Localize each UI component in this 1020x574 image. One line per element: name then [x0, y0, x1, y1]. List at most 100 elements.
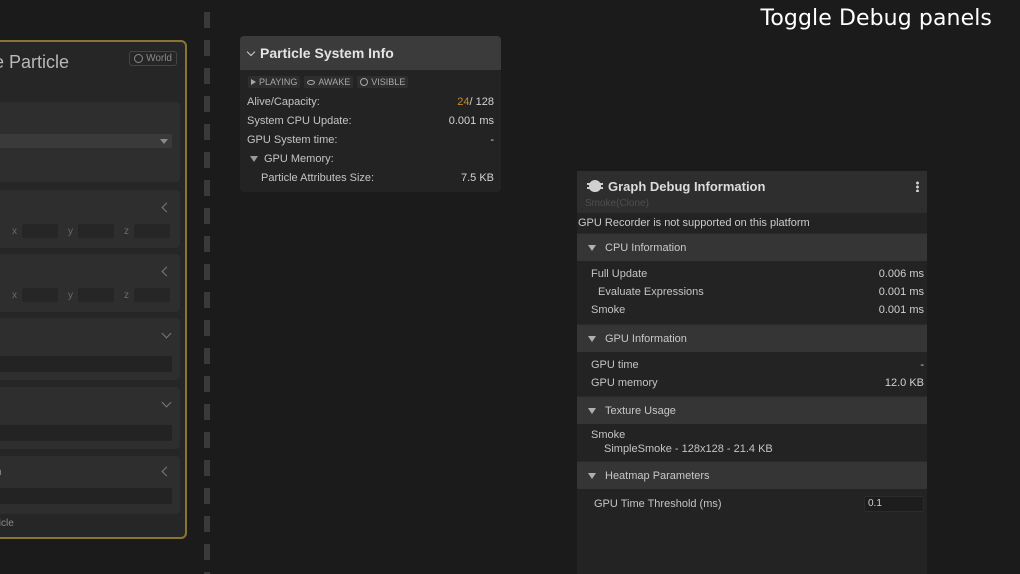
- section-title: Heatmap Parameters: [605, 469, 710, 482]
- more-options-icon[interactable]: [916, 181, 919, 192]
- chevron-down-icon[interactable]: [246, 47, 256, 56]
- state-badges: PLAYING AWAKE VISIBLE: [240, 70, 501, 88]
- row-value: 0.001 ms: [878, 304, 924, 316]
- threshold-row: GPU Time Threshold (ms) 0.1: [577, 491, 927, 517]
- globe-icon: [134, 54, 144, 63]
- row-value: 7.5 KB: [460, 171, 494, 184]
- y-field[interactable]: [78, 224, 114, 238]
- z-label: z: [124, 226, 129, 237]
- dashed-connector: [204, 12, 210, 574]
- y-field[interactable]: [78, 288, 114, 302]
- block-4[interactable]: [0, 318, 180, 380]
- graph-canvas[interactable]: Toggle Debug panels e Particle World al …: [0, 0, 1020, 574]
- chevron-down-icon[interactable]: [161, 328, 172, 339]
- list-item: Smoke 0.001 ms: [577, 301, 927, 319]
- threshold-input[interactable]: 0.1: [864, 496, 924, 512]
- value-field[interactable]: [0, 425, 172, 441]
- texture-section-header[interactable]: Texture Usage: [577, 396, 927, 424]
- row-value: -: [490, 133, 494, 146]
- section-title: Texture Usage: [605, 404, 676, 417]
- graph-debug-panel: Graph Debug Information Smoke(Clone) GPU…: [577, 171, 927, 574]
- collapse-icon[interactable]: [161, 266, 172, 277]
- collapse-icon[interactable]: [161, 202, 172, 213]
- x-label: x: [12, 226, 17, 237]
- panel-header[interactable]: Particle System Info: [240, 36, 501, 70]
- row-label: Alive/Capacity:: [247, 95, 320, 108]
- z-field[interactable]: [134, 224, 170, 238]
- texture-entry: SimpleSmoke - 128x128 - 21.4 KB: [604, 443, 773, 455]
- visible-badge: VISIBLE: [357, 76, 409, 88]
- texture-owner: Smoke: [591, 429, 626, 441]
- y-label: y: [68, 226, 73, 237]
- row-value: -: [920, 359, 924, 371]
- row-value: 0.006 ms: [878, 268, 924, 280]
- row-label: Full Update: [591, 268, 648, 280]
- panel-title: Particle System Info: [260, 45, 394, 61]
- attributes-size-row: Particle Attributes Size: 7.5 KB: [240, 168, 501, 187]
- bug-icon: [587, 180, 603, 192]
- playing-badge: PLAYING: [248, 76, 301, 88]
- panel-header[interactable]: Graph Debug Information Smoke(Clone): [577, 171, 927, 213]
- cpu-section-header[interactable]: CPU Information: [577, 233, 927, 261]
- play-icon: [251, 79, 256, 85]
- context-footer: ticle: [0, 518, 14, 529]
- gpu-time-row: GPU System time: -: [240, 130, 501, 149]
- block-5[interactable]: [0, 387, 180, 449]
- x-field[interactable]: [22, 224, 58, 238]
- panel-title: Graph Debug Information: [608, 179, 766, 194]
- row-label: Evaluate Expressions: [598, 286, 704, 298]
- row-label: GPU Time Threshold (ms): [594, 498, 722, 510]
- alive-value: 24: [457, 95, 470, 108]
- row-label: GPU System time:: [247, 133, 338, 146]
- list-item: GPU time -: [577, 356, 927, 374]
- z-field[interactable]: [134, 288, 170, 302]
- collapse-icon[interactable]: [161, 466, 172, 477]
- value-field[interactable]: [0, 356, 172, 372]
- foldout-arrow-icon[interactable]: [588, 472, 596, 479]
- row-label: Particle Attributes Size:: [261, 171, 375, 184]
- dropdown-field[interactable]: al: [0, 134, 172, 148]
- foldout-arrow-icon[interactable]: [250, 155, 258, 162]
- block-1[interactable]: al: [0, 102, 180, 182]
- heatmap-section-header[interactable]: Heatmap Parameters: [577, 461, 927, 489]
- row-label: GPU Memory:: [264, 152, 334, 165]
- context-node[interactable]: e Particle World al x y z x y z: [0, 40, 187, 539]
- gpu-recorder-notice: GPU Recorder is not supported on this pl…: [578, 217, 810, 229]
- gpu-section-header[interactable]: GPU Information: [577, 324, 927, 352]
- space-label: World: [146, 53, 172, 64]
- section-title: CPU Information: [605, 241, 687, 254]
- row-value: 0.001 ms: [878, 286, 924, 298]
- particle-system-info-panel: Particle System Info PLAYING AWAKE VISIB…: [240, 36, 501, 192]
- foldout-arrow-icon[interactable]: [588, 335, 596, 342]
- y-label: y: [68, 290, 73, 301]
- gpu-memory-foldout[interactable]: GPU Memory:: [240, 149, 501, 168]
- row-label: System CPU Update:: [247, 114, 352, 127]
- space-toggle-button[interactable]: World: [129, 51, 177, 66]
- value-field[interactable]: [0, 488, 172, 504]
- block-6[interactable]: rm: [0, 456, 180, 514]
- panel-subtitle: Smoke(Clone): [585, 198, 649, 209]
- caption: Toggle Debug panels: [760, 6, 992, 31]
- cpu-update-row: System CPU Update: 0.001 ms: [240, 111, 501, 130]
- context-node-title: e Particle: [0, 52, 70, 72]
- block-3[interactable]: x y z: [0, 254, 180, 312]
- row-value: 0.001 ms: [448, 114, 494, 127]
- x-field[interactable]: [22, 288, 58, 302]
- x-label: x: [12, 290, 17, 301]
- section-title: GPU Information: [605, 332, 687, 345]
- row-label: Smoke: [591, 304, 626, 316]
- awake-badge: AWAKE: [304, 76, 354, 88]
- chevron-down-icon[interactable]: [161, 397, 172, 408]
- foldout-arrow-icon[interactable]: [588, 244, 596, 251]
- block-2[interactable]: x y z: [0, 190, 180, 248]
- row-value: 12.0 KB: [884, 377, 924, 389]
- alive-capacity-row: Alive/Capacity: 24/ 128: [240, 92, 501, 111]
- block-label: rm: [0, 467, 2, 478]
- foldout-arrow-icon[interactable]: [588, 407, 596, 414]
- z-label: z: [124, 290, 129, 301]
- badge-label: AWAKE: [318, 77, 351, 87]
- row-label: GPU time: [591, 359, 639, 371]
- badge-label: PLAYING: [259, 77, 298, 87]
- list-item: Evaluate Expressions 0.001 ms: [577, 283, 927, 301]
- badge-label: VISIBLE: [371, 77, 406, 87]
